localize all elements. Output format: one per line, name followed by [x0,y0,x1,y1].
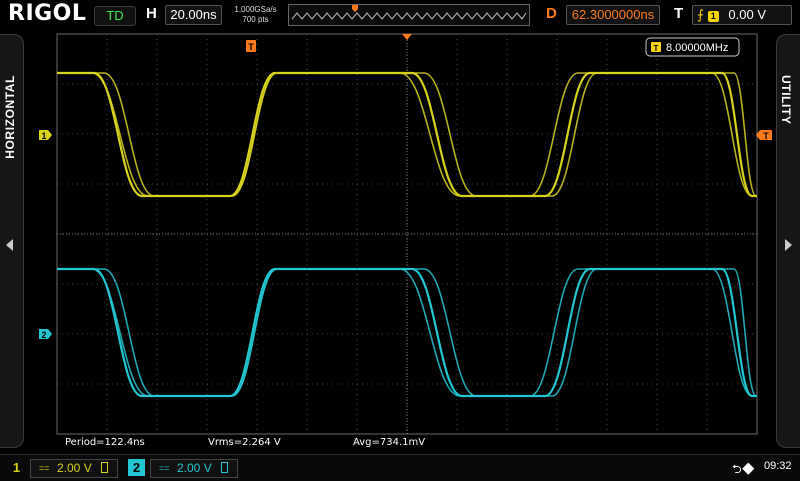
graticule-grid [56,33,758,435]
bandwidth-limit-icon [101,462,108,473]
svg-text:2: 2 [41,330,46,340]
measurement-period: Period=122.4ns [65,437,145,448]
channel-1-scale: 2.00 V [57,461,92,475]
channel-1-offset-marker[interactable]: 1 [39,130,52,141]
waveform-display: T T 1 2 T 8.00000MHz [39,33,772,435]
frequency-counter: T 8.00000MHz [645,37,740,57]
counter-trigger-badge: T [654,44,659,53]
counter-frequency: 8.00000MHz [666,42,728,54]
measurement-vrms: Vrms=2.264 V [208,437,281,448]
usb-icon: ⮌◆ [732,462,755,476]
trigger-level-marker: T [756,130,772,141]
svg-text:1: 1 [41,131,46,141]
svg-text:T: T [763,131,769,141]
trigger-position-marker: T [246,40,256,52]
channel-2-scale: 2.00 V [177,461,212,475]
delay-center-marker [402,34,412,40]
channel-2-label[interactable]: 2 [128,459,145,476]
svg-text:T: T [248,42,254,52]
dc-coupling-icon: == [39,463,50,473]
bandwidth-limit-icon [221,462,228,473]
system-clock: 09:32 [764,460,792,472]
measurement-avg: Avg=734.1mV [353,437,426,448]
channel-2-offset-marker[interactable]: 2 [39,329,52,340]
channel-2-scale-box[interactable]: == 2.00 V [150,459,238,478]
channel-1-scale-box[interactable]: == 2.00 V [30,459,118,478]
channel-1-label[interactable]: 1 [8,459,25,476]
channel-status-bar: 1 == 2.00 V 2 == 2.00 V ⮌◆ 09:32 [0,454,800,481]
dc-coupling-icon: == [159,463,170,473]
